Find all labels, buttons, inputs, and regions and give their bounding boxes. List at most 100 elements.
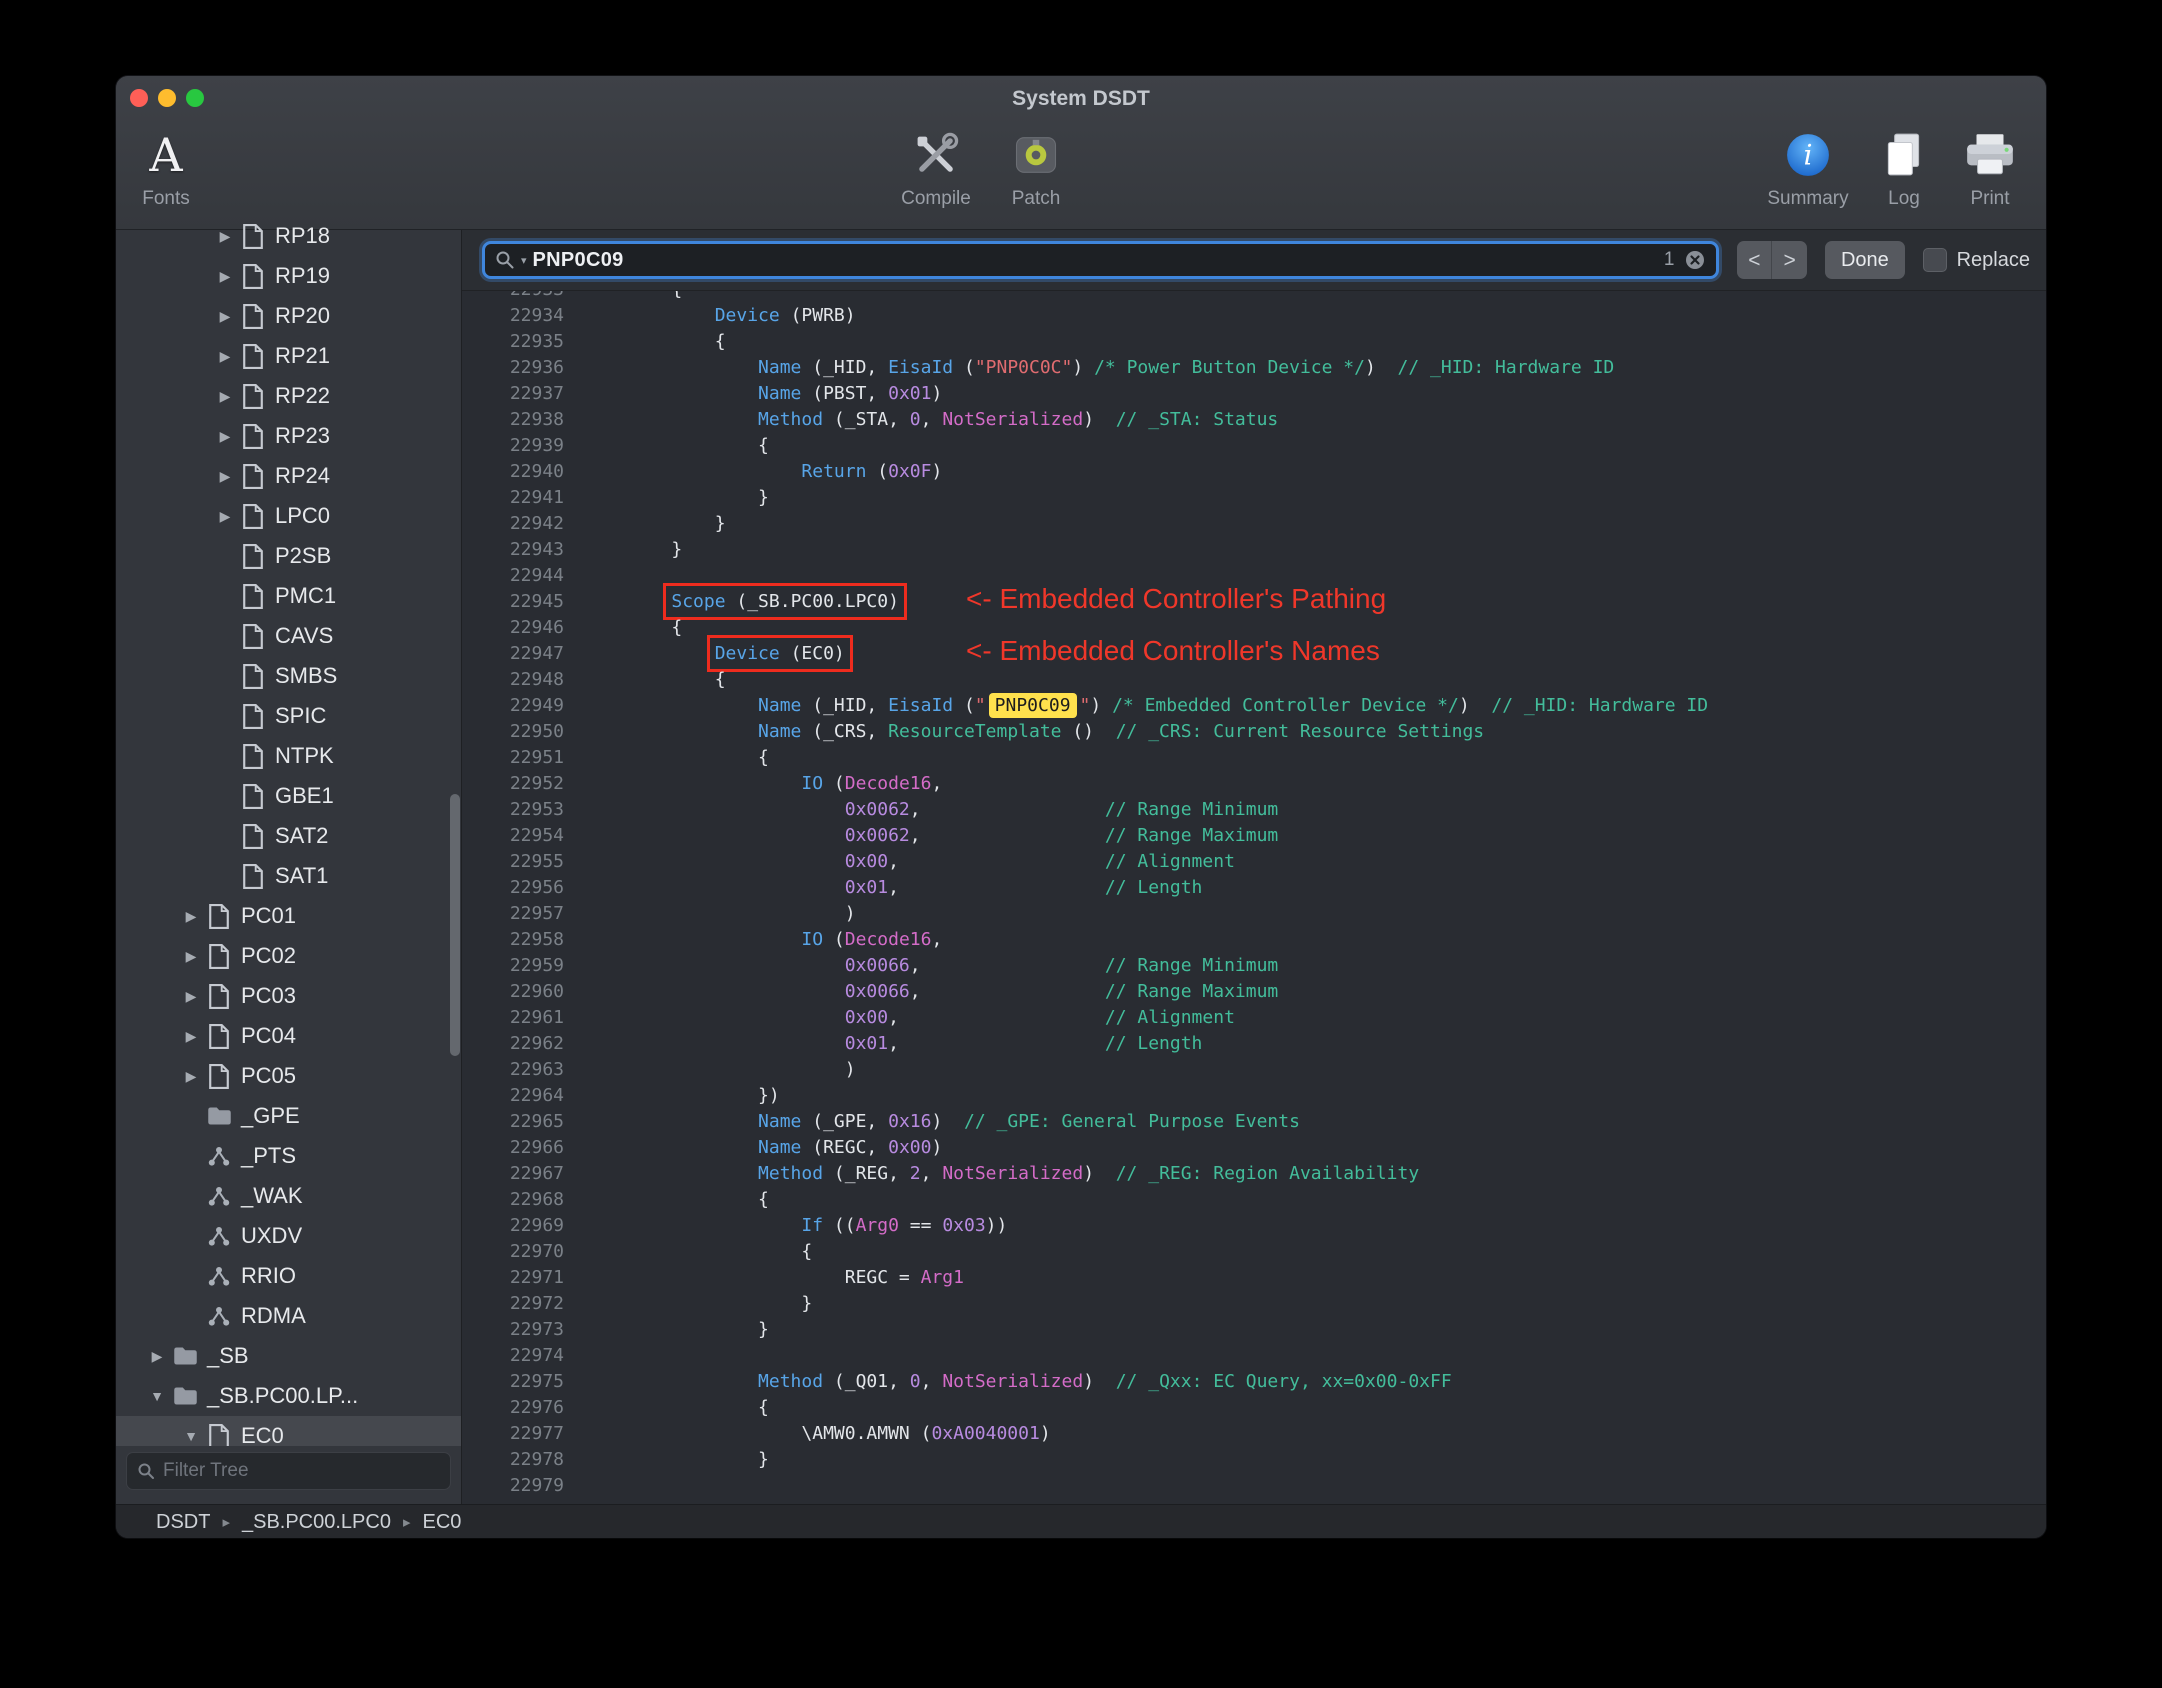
search-input[interactable]: ▾ PNP0C09 1	[482, 241, 1720, 279]
sidebar-item-uxdv[interactable]: UXDV	[116, 1216, 461, 1256]
line-number: 22968	[509, 1189, 564, 1210]
code-line: 22963 )	[462, 1057, 2046, 1083]
disclosure-right-icon[interactable]: ▶	[212, 428, 238, 445]
fonts-button[interactable]: A Fonts	[116, 120, 216, 226]
search-highlight: PNP0C09	[988, 693, 1077, 718]
sidebar-item-sat2[interactable]: SAT2	[116, 816, 461, 856]
summary-button[interactable]: i Summary	[1758, 120, 1858, 226]
disclosure-right-icon[interactable]: ▶	[178, 1028, 204, 1045]
disclosure-right-icon[interactable]: ▶	[212, 508, 238, 525]
log-button[interactable]: Log	[1864, 120, 1944, 226]
sidebar-item-label: CAVS	[275, 623, 334, 648]
sidebar-item-rp19[interactable]: ▶ RP19	[116, 256, 461, 296]
doc-icon	[204, 903, 234, 930]
folder-icon	[170, 1346, 200, 1366]
sidebar-item-spic[interactable]: SPIC	[116, 696, 461, 736]
dsdt-tree: ▶ RP18 ▶ RP19 ▶ RP20 ▶ RP21 ▶ RP22 ▶ RP23 ▶ RP24 ▶ LPC0…	[116, 216, 461, 1446]
code-line: 22941 }	[462, 485, 2046, 511]
sidebar-item-cavs[interactable]: CAVS	[116, 616, 461, 656]
disclosure-right-icon[interactable]: ▶	[178, 1068, 204, 1085]
disclosure-right-icon[interactable]: ▶	[178, 908, 204, 925]
disclosure-right-icon[interactable]: ▶	[178, 988, 204, 1005]
sidebar-item-pc03[interactable]: ▶ PC03	[116, 976, 461, 1016]
find-previous-button[interactable]: <	[1737, 241, 1773, 279]
line-number: 22938	[509, 409, 564, 430]
log-pages-icon	[1879, 120, 1929, 190]
sidebar-item-smbs[interactable]: SMBS	[116, 656, 461, 696]
doc-icon	[238, 823, 268, 850]
find-next-button[interactable]: >	[1772, 241, 1807, 279]
disclosure-right-icon[interactable]: ▶	[212, 388, 238, 405]
doc-icon	[238, 583, 268, 610]
filter-placeholder: Filter Tree	[163, 1460, 249, 1481]
fonts-label: Fonts	[142, 188, 190, 209]
sidebar-item-rp18[interactable]: ▶ RP18	[116, 216, 461, 256]
sidebar: ▶ RP18 ▶ RP19 ▶ RP20 ▶ RP21 ▶ RP22 ▶ RP23 ▶ RP24 ▶ LPC0…	[116, 223, 462, 1504]
search-options-chevron-icon[interactable]: ▾	[521, 254, 527, 267]
replace-checkbox[interactable]	[1922, 248, 1947, 272]
sidebar-item-lpc0[interactable]: ▶ LPC0	[116, 496, 461, 536]
window-title: System DSDT	[1012, 87, 1150, 110]
line-number: 22964	[509, 1085, 564, 1106]
sidebar-item-label: SAT2	[275, 823, 329, 848]
breadcrumb-segment[interactable]: DSDT	[156, 1511, 210, 1534]
sidebar-item-pmc1[interactable]: PMC1	[116, 576, 461, 616]
sidebar-scrollbar[interactable]	[450, 794, 460, 1056]
filter-tree-input[interactable]: Filter Tree	[126, 1452, 451, 1490]
sidebar-item-ec0[interactable]: ▼ EC0	[116, 1416, 461, 1446]
sidebar-item-rp24[interactable]: ▶ RP24	[116, 456, 461, 496]
sidebar-item--sb[interactable]: ▶ _SB	[116, 1336, 461, 1376]
disclosure-right-icon[interactable]: ▶	[212, 268, 238, 285]
breadcrumb-segment[interactable]: _SB.PC00.LPC0	[242, 1511, 391, 1534]
line-number: 22975	[509, 1371, 564, 1392]
sidebar-item-pc01[interactable]: ▶ PC01	[116, 896, 461, 936]
sidebar-item-rp21[interactable]: ▶ RP21	[116, 336, 461, 376]
sidebar-item-rp20[interactable]: ▶ RP20	[116, 296, 461, 336]
code-line: 22935 {	[462, 329, 2046, 355]
sidebar-item--pts[interactable]: _PTS	[116, 1136, 461, 1176]
code-line: 22940 Return (0x0F)	[462, 459, 2046, 485]
doc-icon	[238, 543, 268, 570]
disclosure-right-icon[interactable]: ▶	[212, 468, 238, 485]
sidebar-item--sb-pc00-lp-[interactable]: ▼ _SB.PC00.LP...	[116, 1376, 461, 1416]
sidebar-item-ntpk[interactable]: NTPK	[116, 736, 461, 776]
breadcrumb-separator: ▸	[222, 1514, 230, 1531]
code-editor[interactable]: 22933 {22934 Device (PWRB)22935 {22936 N…	[462, 291, 2046, 1504]
patch-button[interactable]: Patch	[986, 120, 1086, 226]
line-number: 22940	[509, 461, 564, 482]
sidebar-item-sat1[interactable]: SAT1	[116, 856, 461, 896]
sidebar-item-rp23[interactable]: ▶ RP23	[116, 416, 461, 456]
sidebar-item-p2sb[interactable]: P2SB	[116, 536, 461, 576]
disclosure-right-icon[interactable]: ▶	[144, 1348, 170, 1365]
disclosure-down-icon[interactable]: ▼	[144, 1388, 170, 1404]
disclosure-right-icon[interactable]: ▶	[178, 948, 204, 965]
disclosure-right-icon[interactable]: ▶	[212, 348, 238, 365]
window-header: System DSDT A Fonts Compile Patch i Summ…	[116, 76, 2046, 230]
code-line: 22971 REGC = Arg1	[462, 1265, 2046, 1291]
sidebar-item-rrio[interactable]: RRIO	[116, 1256, 461, 1296]
disclosure-down-icon[interactable]: ▼	[178, 1428, 204, 1444]
line-number: 22974	[509, 1345, 564, 1366]
sidebar-item-rp22[interactable]: ▶ RP22	[116, 376, 461, 416]
sidebar-item-gbe1[interactable]: GBE1	[116, 776, 461, 816]
code-line: 22942 }	[462, 511, 2046, 537]
sidebar-item-pc02[interactable]: ▶ PC02	[116, 936, 461, 976]
print-button[interactable]: Print	[1950, 120, 2030, 226]
annotation-red-box: Device (EC0)	[706, 635, 853, 672]
done-button[interactable]: Done	[1824, 241, 1905, 279]
sidebar-item-pc04[interactable]: ▶ PC04	[116, 1016, 461, 1056]
breadcrumb-segment[interactable]: EC0	[423, 1511, 462, 1534]
disclosure-right-icon[interactable]: ▶	[212, 228, 238, 245]
sidebar-item-pc05[interactable]: ▶ PC05	[116, 1056, 461, 1096]
sidebar-item--wak[interactable]: _WAK	[116, 1176, 461, 1216]
code-line: 22947 Device (EC0) <- Embedded Controller…	[462, 635, 2046, 672]
compile-button[interactable]: Compile	[886, 120, 986, 226]
disclosure-right-icon[interactable]: ▶	[212, 308, 238, 325]
clear-search-icon[interactable]	[1684, 249, 1706, 271]
sidebar-item-label: GBE1	[275, 783, 334, 808]
sidebar-item--gpe[interactable]: _GPE	[116, 1096, 461, 1136]
sidebar-item-label: NTPK	[275, 743, 334, 768]
replace-label: Replace	[1956, 248, 2030, 271]
sidebar-item-rdma[interactable]: RDMA	[116, 1296, 461, 1336]
patch-icon	[1010, 120, 1062, 190]
